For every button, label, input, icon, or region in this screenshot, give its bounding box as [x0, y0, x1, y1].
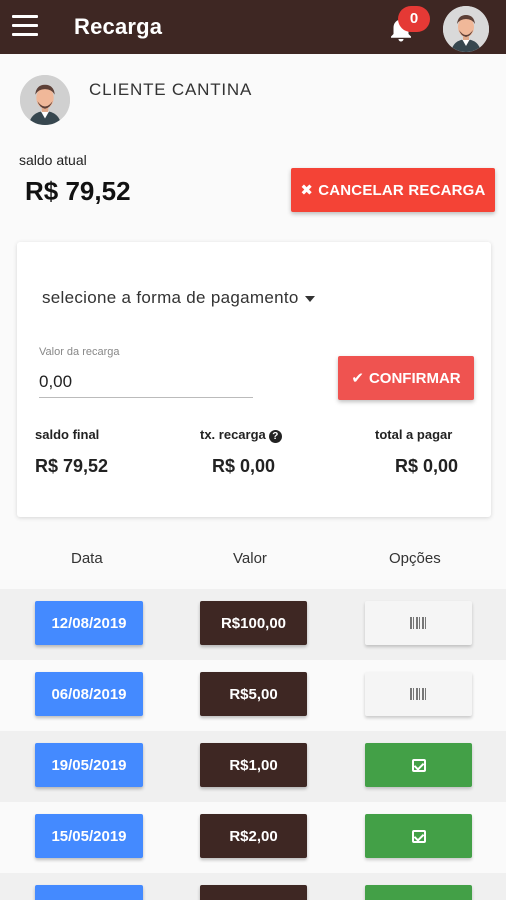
final-balance-value: R$ 79,52 — [35, 456, 109, 476]
recharge-card: selecione a forma de pagamento Valor da … — [17, 242, 491, 517]
print-boleto-button[interactable] — [365, 672, 472, 716]
date-button[interactable] — [35, 885, 143, 900]
check-square-icon — [411, 758, 426, 772]
page-title: Recarga — [74, 14, 163, 39]
payment-method-label: selecione a forma de pagamento — [42, 288, 299, 307]
value-button[interactable] — [200, 885, 307, 900]
table-row — [0, 873, 506, 900]
table-row: 19/05/2019 R$1,00 — [0, 731, 506, 802]
recharge-value-input[interactable] — [39, 366, 253, 398]
date-button[interactable]: 12/08/2019 — [35, 601, 143, 645]
total-label: total a pagar — [375, 427, 453, 442]
check-icon: ✔ — [351, 370, 364, 387]
cancel-recharge-button[interactable]: ✖ CANCELAR RECARGA — [291, 168, 495, 212]
avatar[interactable] — [443, 6, 489, 52]
date-button[interactable]: 06/08/2019 — [35, 672, 143, 716]
notification-badge: 0 — [398, 6, 430, 32]
cancel-recharge-label: CANCELAR RECARGA — [318, 181, 486, 199]
fee-label-wrap: tx. recarga? — [200, 427, 282, 443]
final-balance-label: saldo final — [35, 427, 100, 442]
close-icon: ✖ — [300, 182, 314, 199]
value-button[interactable]: R$5,00 — [200, 672, 307, 716]
caret-down-icon — [304, 295, 315, 302]
paid-status-button[interactable] — [365, 814, 472, 858]
table-row: 12/08/2019 R$100,00 — [0, 589, 506, 660]
balance-value: R$ 79,52 — [25, 176, 131, 206]
balance-label: saldo atual — [19, 152, 87, 168]
recharge-value-label: Valor da recarga — [39, 346, 120, 358]
client-name: CLIENTE CANTINA — [89, 80, 253, 99]
check-square-icon — [411, 829, 426, 843]
column-header-date: Data — [71, 550, 103, 567]
barcode-icon — [409, 688, 428, 700]
help-icon[interactable]: ? — [268, 430, 282, 443]
app-bar: Recarga 0 — [0, 0, 506, 54]
paid-status-button[interactable] — [365, 743, 472, 787]
value-button[interactable]: R$2,00 — [200, 814, 307, 858]
table-row: 06/08/2019 R$5,00 — [0, 660, 506, 731]
date-button[interactable]: 19/05/2019 — [35, 743, 143, 787]
fee-value: R$ 0,00 — [212, 456, 276, 476]
date-button[interactable]: 15/05/2019 — [35, 814, 143, 858]
paid-status-button[interactable] — [365, 885, 472, 900]
barcode-icon — [409, 617, 428, 629]
confirm-label: CONFIRMAR — [368, 369, 461, 387]
total-value: R$ 0,00 — [395, 456, 459, 476]
column-header-value: Valor — [233, 550, 267, 567]
value-button[interactable]: R$100,00 — [200, 601, 307, 645]
confirm-button[interactable]: ✔ CONFIRMAR — [338, 356, 474, 400]
table-row: 15/05/2019 R$2,00 — [0, 802, 506, 873]
column-header-options: Opções — [389, 550, 441, 567]
value-button[interactable]: R$1,00 — [200, 743, 307, 787]
client-avatar — [20, 75, 70, 125]
fee-label: tx. recarga — [200, 427, 266, 442]
payment-method-select[interactable]: selecione a forma de pagamento — [42, 288, 315, 308]
menu-icon[interactable] — [12, 15, 38, 37]
print-boleto-button[interactable] — [365, 601, 472, 645]
